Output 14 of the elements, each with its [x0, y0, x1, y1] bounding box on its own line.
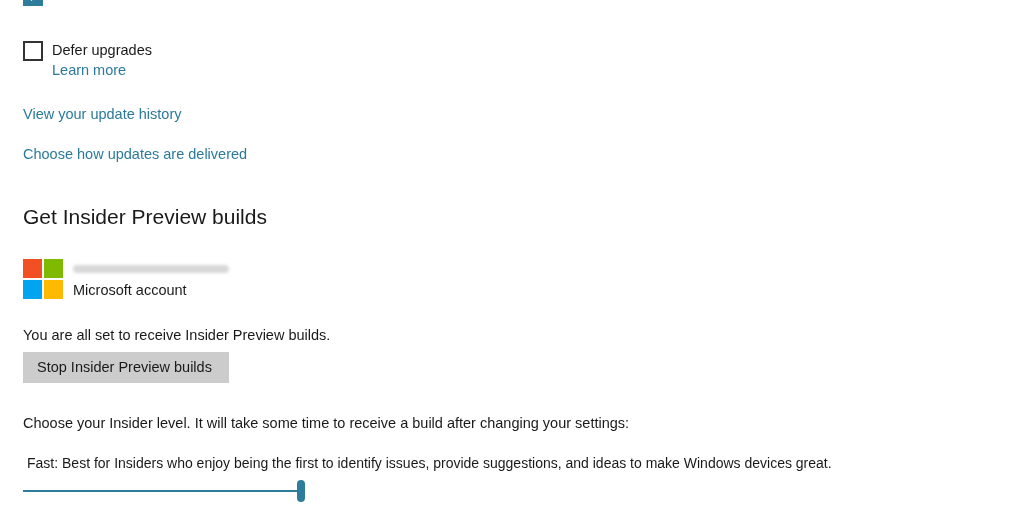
microsoft-logo-icon	[23, 259, 63, 299]
insider-level-description: Fast: Best for Insiders who enjoy being the first to identify issues, provide suggestions, and ideas to make Windows devices great.	[27, 454, 832, 473]
account-type: Microsoft account	[73, 281, 188, 299]
checkbox[interactable]	[23, 41, 43, 61]
status-text: You are all set to receive Insider Preview builds.	[23, 326, 331, 345]
settings-link[interactable]: View your update history	[23, 104, 182, 124]
slider[interactable]	[23, 480, 303, 502]
insider-level-prompt: Choose your Insider level. It will take some time to receive a build after changing your settings:	[23, 414, 630, 433]
checkbox-label: Defer upgrades	[52, 41, 152, 60]
settings-link[interactable]: Choose how updates are delivered	[23, 144, 248, 164]
learn-more-link[interactable]: Learn more	[52, 60, 152, 80]
stop-insider-button[interactable]: Stop Insider Preview builds	[23, 352, 229, 383]
slider-thumb[interactable]	[297, 480, 305, 502]
section-heading: Get Insider Preview builds	[23, 204, 268, 230]
